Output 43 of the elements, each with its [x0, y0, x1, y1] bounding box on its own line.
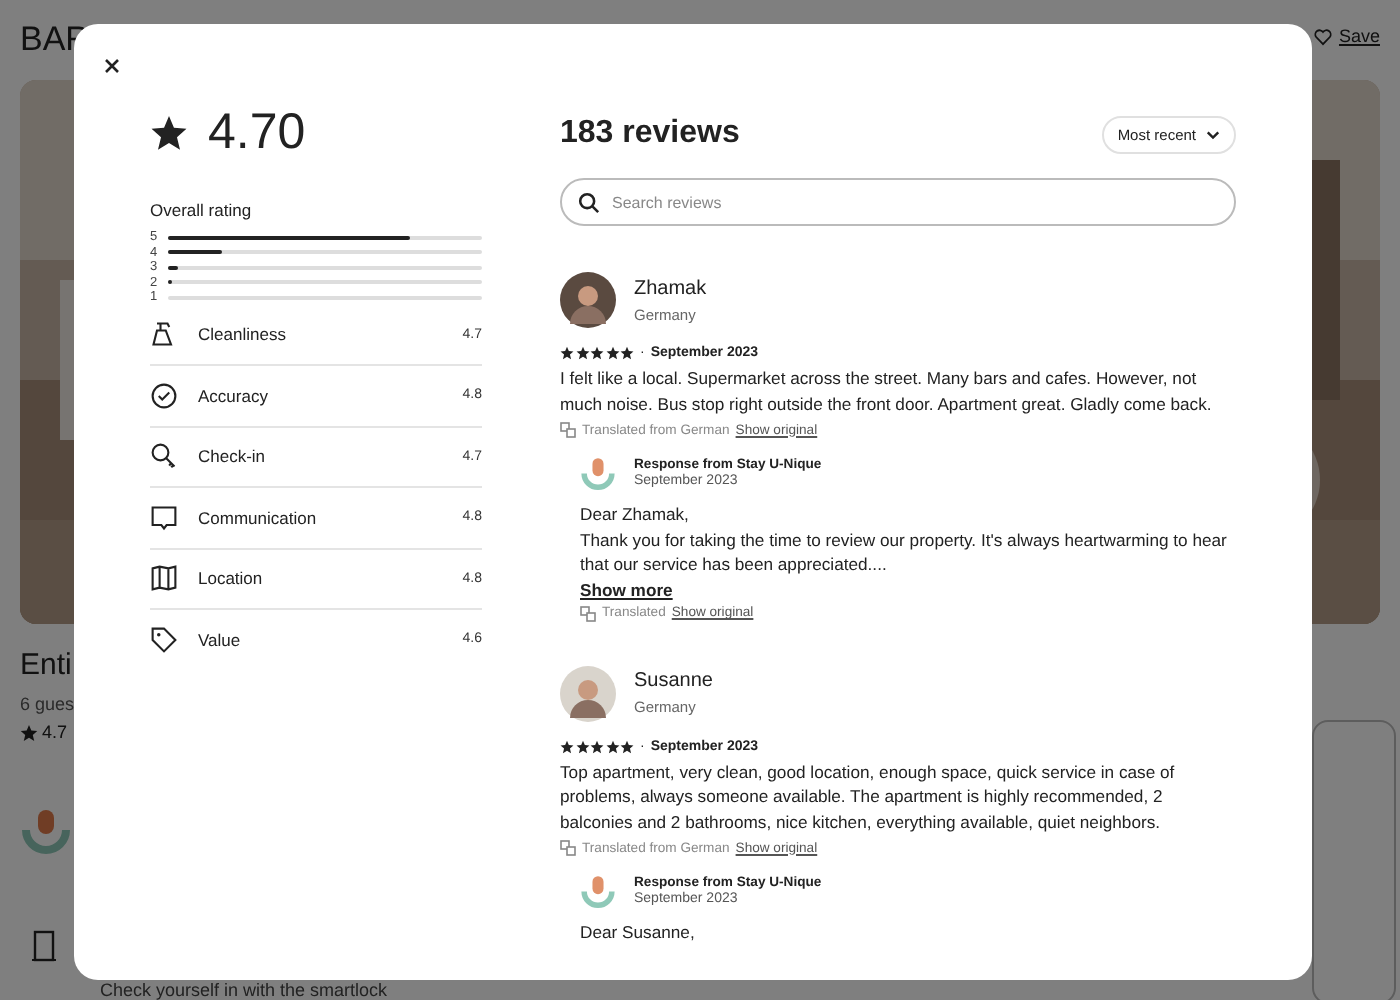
feature-text: Check yourself in with the smartlock [100, 980, 388, 1000]
search-icon [578, 191, 600, 213]
category-name: Accuracy [198, 385, 270, 406]
guest-count: 6 gues [20, 694, 74, 714]
map-icon [150, 564, 178, 593]
tag-icon [150, 625, 178, 654]
listing-name: Enti [20, 648, 74, 682]
response-text: Dear Susanne, [580, 920, 697, 945]
translate-icon [560, 422, 576, 438]
review-text: I felt like a local. Supermarket across the street. Many bars and cafes. However, not much noise. Bus stop right outside the front door. Apartment great. Gladly come back. [560, 366, 1214, 416]
response-text: Dear Zhamak, Thank you for taking the time to review our property. It's always heartwarming to hear that our service has been appreciated.... [580, 502, 1229, 577]
close-button[interactable] [102, 56, 122, 76]
overall-score: 4.70 [208, 103, 306, 161]
translate-icon [580, 605, 596, 621]
reviews-count: 183 reviews [560, 116, 740, 152]
category-name: Check-in [198, 446, 268, 467]
chevron-down-icon [1206, 129, 1220, 139]
category-name: Communication [198, 507, 319, 528]
category-name: Value [198, 629, 243, 650]
heart-icon [1314, 27, 1333, 45]
chat-bubble-icon [150, 503, 178, 532]
avatar [560, 272, 616, 328]
translate-icon [560, 840, 576, 856]
avatar [560, 665, 616, 721]
rating-value: 4.7 [42, 722, 68, 742]
key-icon [150, 442, 178, 471]
check-circle-icon [150, 381, 178, 410]
save-link[interactable]: Save [1338, 26, 1380, 46]
host-logo-icon [580, 454, 616, 490]
star-icon [20, 723, 38, 741]
overall-rating-label: Overall rating [150, 200, 254, 220]
spray-bottle-icon [150, 320, 178, 349]
close-icon [104, 58, 120, 74]
star-icon [150, 113, 188, 151]
host-logo-icon [580, 872, 616, 908]
reviewer-name: Susanne [634, 670, 713, 692]
door-icon [32, 930, 56, 962]
reviewer-name: Zhamak [634, 277, 707, 299]
search-field[interactable]: Search reviews [560, 178, 1236, 226]
category-name: Location [198, 568, 265, 589]
category-name: Cleanliness [198, 324, 288, 345]
review-text: Top apartment, very clean, good location, enough space, quick service in case of problems, always someone available. The apartment is highly recommended, 2 balconies and 2 bathrooms, nice kitchen, everything available, quiet neighbors. [560, 759, 1177, 834]
show-more-link[interactable]: Show more [580, 579, 673, 599]
